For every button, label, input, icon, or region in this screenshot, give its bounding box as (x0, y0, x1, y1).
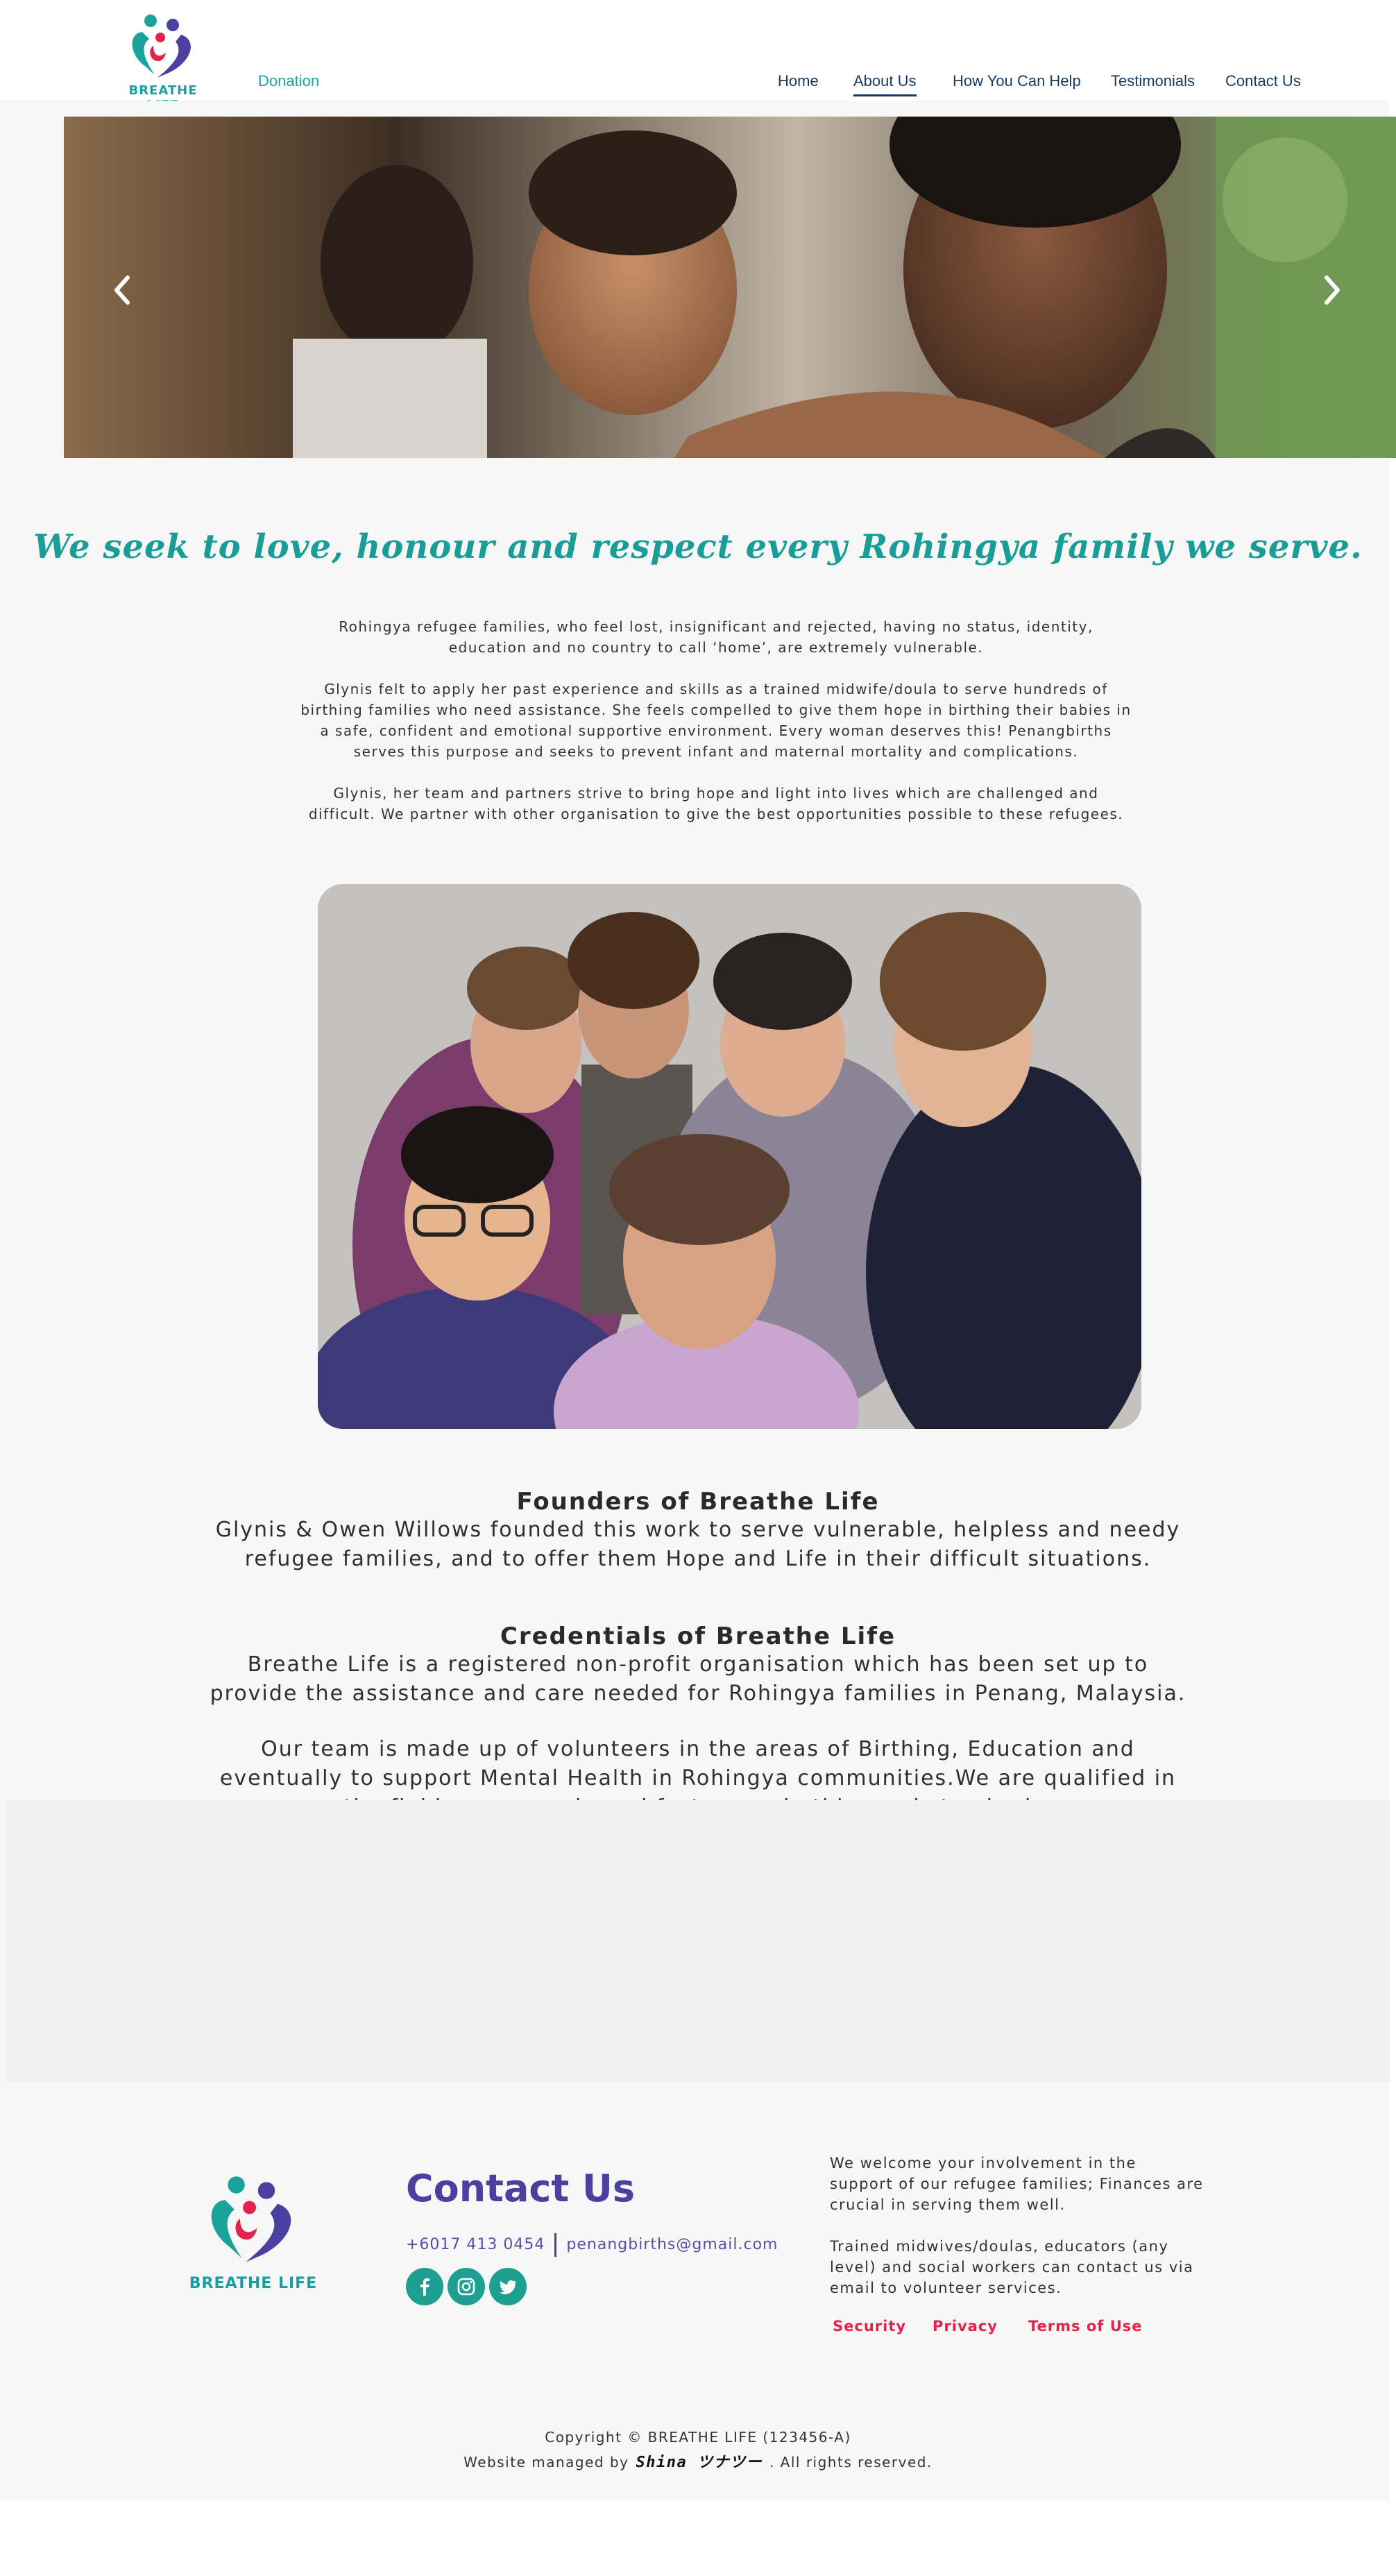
founders-heading: Founders of Breathe Life (516, 1488, 880, 1516)
facebook-button[interactable] (406, 2268, 443, 2305)
contact-details: +6017 413 0454 penangbirths@gmail.com (406, 2233, 778, 2257)
chevron-right-icon (1325, 276, 1340, 305)
contact-title: Contact Us (406, 2167, 636, 2210)
footer-paragraph: Trained midwives/doulas, educators (any … (830, 2238, 1194, 2296)
intro-paragraph: Glynis felt to apply her past experience… (300, 681, 1132, 760)
twitter-button[interactable] (489, 2268, 527, 2305)
credentials-heading: Credentials of Breathe Life (500, 1622, 896, 1650)
security-link[interactable]: Security (833, 2318, 906, 2334)
team-group-image (318, 884, 1141, 1429)
team-photo (318, 884, 1141, 1429)
footer-brand-wordmark: BREATHE LIFE (189, 2275, 318, 2292)
twitter-icon (499, 2280, 516, 2294)
managed-suffix: . All rights reserved. (769, 2454, 933, 2471)
phone-number[interactable]: +6017 413 0454 (406, 2236, 545, 2253)
hero-slideshow[interactable] (64, 117, 1396, 458)
main-nav: Home About Us How You Can Help Testimoni… (0, 72, 1396, 100)
intro-paragraph: Rohingya refugee families, who feel lost… (339, 618, 1093, 656)
instagram-button[interactable] (448, 2268, 485, 2305)
footer-paragraph: We welcome your involvement in the suppo… (830, 2155, 1204, 2213)
contact-separator (554, 2233, 557, 2257)
managed-by-text: Website managed by Shina ツナツー . All rights… (0, 2450, 1396, 2472)
instagram-icon (457, 2278, 475, 2296)
facebook-icon (420, 2278, 429, 2296)
breathe-life-logo-icon (132, 15, 191, 78)
nav-item-about-us[interactable]: About Us (853, 72, 917, 96)
content-divider-band (6, 1800, 1390, 2082)
credentials-text: Breathe Life is a registered non-profit … (210, 1652, 1186, 1706)
founders-text: Glynis & Owen Willows founded this work … (215, 1518, 1181, 1571)
agency-logo[interactable]: Shina ツナツー (636, 2454, 762, 2471)
nav-item-testimonials[interactable]: Testimonials (1111, 72, 1195, 90)
managed-prefix: Website managed by (463, 2454, 629, 2471)
intro-text: Rohingya refugee families, who feel lost… (300, 616, 1132, 845)
intro-paragraph: Glynis, her team and partners strive to … (308, 785, 1124, 822)
terms-of-use-link[interactable]: Terms of Use (1028, 2318, 1143, 2334)
privacy-link[interactable]: Privacy (933, 2318, 998, 2334)
hero-prev-button[interactable] (107, 269, 137, 311)
nav-item-contact-us[interactable]: Contact Us (1225, 72, 1301, 90)
footer-info: We welcome your involvement in the suppo… (830, 2153, 1205, 2319)
email-link[interactable]: penangbirths@gmail.com (566, 2236, 778, 2253)
hero-photo (64, 117, 1396, 458)
chevron-left-icon (114, 276, 130, 305)
breathe-life-logo-icon (211, 2176, 291, 2262)
footer-logo[interactable]: BREATHE LIFE (187, 2172, 319, 2297)
nav-item-how-you-can-help[interactable]: How You Can Help (953, 72, 1081, 90)
copyright-text: Copyright © BREATHE LIFE (123456-A) (545, 2429, 851, 2446)
nav-item-home[interactable]: Home (778, 72, 819, 90)
page-tagline: We seek to love, honour and respect ever… (33, 527, 1363, 566)
site-header: BREATHE LIFE Donation Home About Us How … (0, 0, 1396, 112)
hero-next-button[interactable] (1317, 269, 1347, 311)
